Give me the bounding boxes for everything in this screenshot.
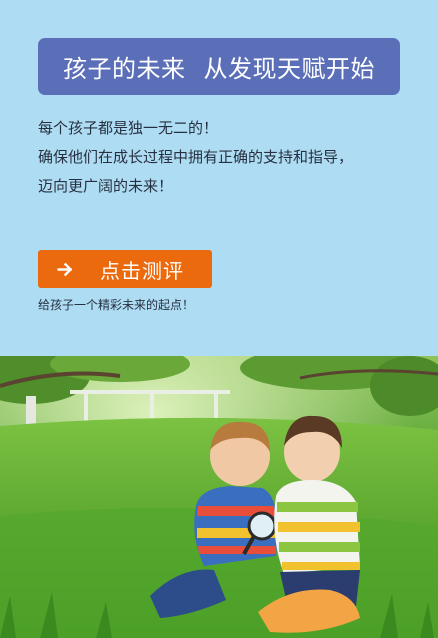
kids-playing-photo <box>0 356 438 638</box>
intro-line-3: 迈向更广阔的未来！ <box>38 177 174 195</box>
headline-part-1: 孩子的未来 <box>63 55 186 83</box>
headline-banner: 孩子的未来 从发现天赋开始 <box>38 38 400 95</box>
start-assessment-label: 点击测评 <box>100 258 184 283</box>
intro-text: 每个孩子都是独一无二的！ 确保他们在成长过程中拥有正确的支持和指导， 迈向更广阔… <box>38 114 408 201</box>
start-assessment-button[interactable]: 点击测评 <box>38 250 212 288</box>
intro-line-1: 每个孩子都是独一无二的！ <box>38 119 219 137</box>
cta-subtitle: 给孩子一个精彩未来的起点！ <box>38 298 195 312</box>
headline-part-2: 从发现天赋开始 <box>203 55 375 83</box>
intro-line-2: 确保他们在成长过程中拥有正确的支持和指导， <box>38 148 354 166</box>
arrow-right-icon <box>57 262 73 276</box>
